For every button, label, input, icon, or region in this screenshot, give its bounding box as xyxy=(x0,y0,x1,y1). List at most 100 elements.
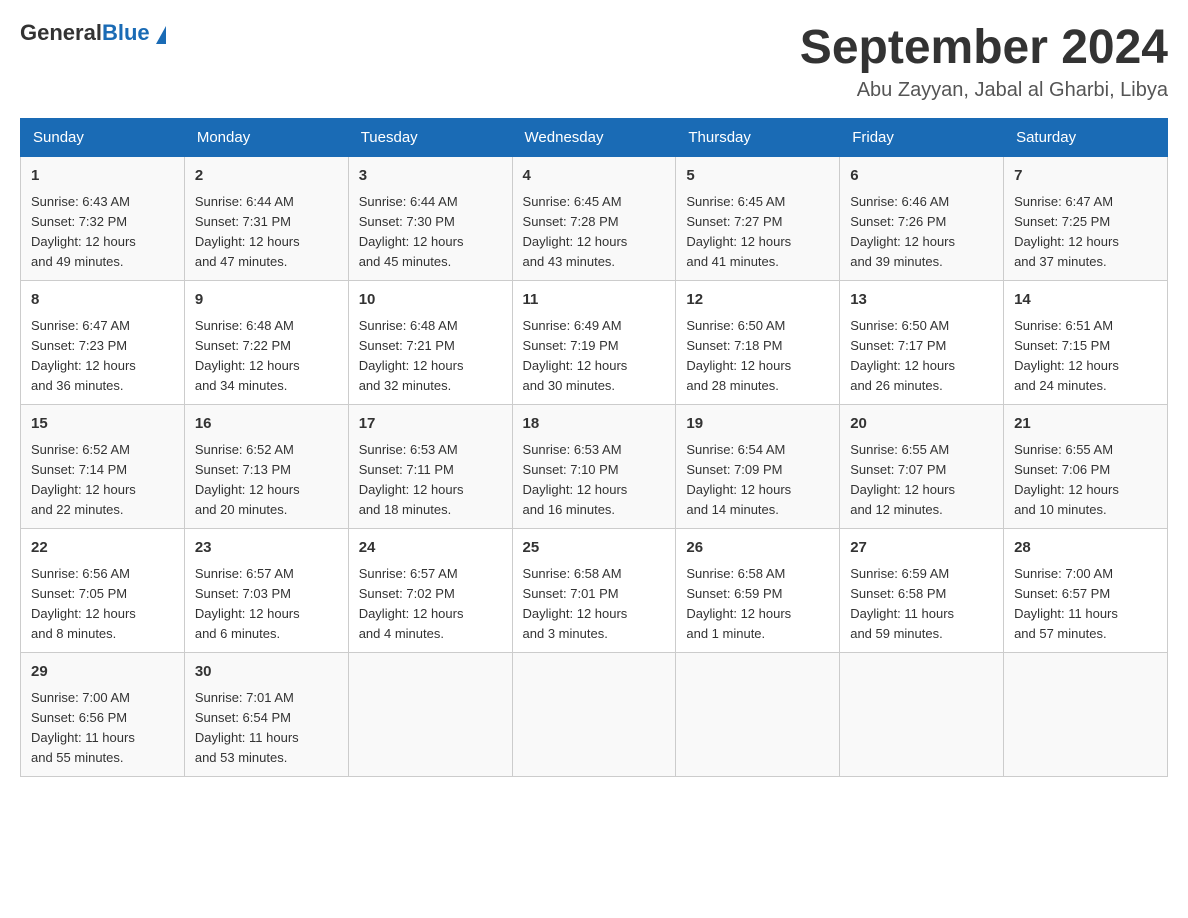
cell-content: Sunrise: 6:48 AMSunset: 7:21 PMDaylight:… xyxy=(359,316,502,397)
calendar-cell: 19 Sunrise: 6:54 AMSunset: 7:09 PMDayligh… xyxy=(676,405,840,529)
calendar-cell xyxy=(512,653,676,777)
day-number: 20 xyxy=(850,413,993,436)
calendar-cell xyxy=(676,653,840,777)
week-row-4: 22 Sunrise: 6:56 AMSunset: 7:05 PMDayligh… xyxy=(21,529,1168,653)
calendar-cell xyxy=(348,653,512,777)
header-wednesday: Wednesday xyxy=(512,119,676,157)
calendar-table: SundayMondayTuesdayWednesdayThursdayFrid… xyxy=(20,118,1168,777)
cell-content: Sunrise: 6:45 AMSunset: 7:27 PMDaylight:… xyxy=(686,192,829,273)
cell-content: Sunrise: 7:00 AMSunset: 6:56 PMDaylight:… xyxy=(31,688,174,769)
day-number: 2 xyxy=(195,165,338,188)
header-friday: Friday xyxy=(840,119,1004,157)
calendar-cell: 2 Sunrise: 6:44 AMSunset: 7:31 PMDaylight… xyxy=(184,157,348,281)
calendar-cell: 16Sunrise: 6:52 AMSunset: 7:13 PMDayligh… xyxy=(184,405,348,529)
header-row: SundayMondayTuesdayWednesdayThursdayFrid… xyxy=(21,119,1168,157)
day-number: 17 xyxy=(359,413,502,436)
calendar-cell: 27 Sunrise: 6:59 AMSunset: 6:58 PMDayligh… xyxy=(840,529,1004,653)
cell-content: Sunrise: 6:53 AMSunset: 7:11 PMDaylight:… xyxy=(359,440,502,521)
calendar-cell: 5 Sunrise: 6:45 AMSunset: 7:27 PMDaylight… xyxy=(676,157,840,281)
calendar-cell: 25Sunrise: 6:58 AMSunset: 7:01 PMDayligh… xyxy=(512,529,676,653)
day-number: 21 xyxy=(1014,413,1157,436)
calendar-cell: 20 Sunrise: 6:55 AMSunset: 7:07 PMDayligh… xyxy=(840,405,1004,529)
day-number: 30 xyxy=(195,661,338,684)
calendar-cell: 15 Sunrise: 6:52 AMSunset: 7:14 PMDayligh… xyxy=(21,405,185,529)
week-row-1: 1Sunrise: 6:43 AMSunset: 7:32 PMDaylight… xyxy=(21,157,1168,281)
cell-content: Sunrise: 6:59 AMSunset: 6:58 PMDaylight:… xyxy=(850,564,993,645)
cell-content: Sunrise: 6:57 AMSunset: 7:02 PMDaylight:… xyxy=(359,564,502,645)
calendar-cell: 26Sunrise: 6:58 AMSunset: 6:59 PMDayligh… xyxy=(676,529,840,653)
cell-content: Sunrise: 6:47 AMSunset: 7:25 PMDaylight:… xyxy=(1014,192,1157,273)
cell-content: Sunrise: 6:52 AMSunset: 7:14 PMDaylight:… xyxy=(31,440,174,521)
cell-content: Sunrise: 6:48 AMSunset: 7:22 PMDaylight:… xyxy=(195,316,338,397)
day-number: 14 xyxy=(1014,289,1157,312)
day-number: 19 xyxy=(686,413,829,436)
calendar-cell: 10 Sunrise: 6:48 AMSunset: 7:21 PMDayligh… xyxy=(348,281,512,405)
week-row-5: 29 Sunrise: 7:00 AMSunset: 6:56 PMDayligh… xyxy=(21,653,1168,777)
calendar-cell xyxy=(840,653,1004,777)
cell-content: Sunrise: 6:47 AMSunset: 7:23 PMDaylight:… xyxy=(31,316,174,397)
cell-content: Sunrise: 7:00 AMSunset: 6:57 PMDaylight:… xyxy=(1014,564,1157,645)
logo-general: General xyxy=(20,20,102,45)
day-number: 16 xyxy=(195,413,338,436)
cell-content: Sunrise: 6:55 AMSunset: 7:06 PMDaylight:… xyxy=(1014,440,1157,521)
day-number: 7 xyxy=(1014,165,1157,188)
week-row-2: 8 Sunrise: 6:47 AMSunset: 7:23 PMDaylight… xyxy=(21,281,1168,405)
cell-content: Sunrise: 6:43 AMSunset: 7:32 PMDaylight:… xyxy=(31,192,174,273)
calendar-cell: 3 Sunrise: 6:44 AMSunset: 7:30 PMDaylight… xyxy=(348,157,512,281)
header-saturday: Saturday xyxy=(1004,119,1168,157)
calendar-cell: 4 Sunrise: 6:45 AMSunset: 7:28 PMDaylight… xyxy=(512,157,676,281)
logo: GeneralBlue xyxy=(20,20,166,46)
calendar-cell xyxy=(1004,653,1168,777)
day-number: 3 xyxy=(359,165,502,188)
calendar-cell: 17 Sunrise: 6:53 AMSunset: 7:11 PMDayligh… xyxy=(348,405,512,529)
day-number: 28 xyxy=(1014,537,1157,560)
day-number: 23 xyxy=(195,537,338,560)
cell-content: Sunrise: 6:50 AMSunset: 7:17 PMDaylight:… xyxy=(850,316,993,397)
cell-content: Sunrise: 6:51 AMSunset: 7:15 PMDaylight:… xyxy=(1014,316,1157,397)
calendar-cell: 28 Sunrise: 7:00 AMSunset: 6:57 PMDayligh… xyxy=(1004,529,1168,653)
cell-content: Sunrise: 6:58 AMSunset: 6:59 PMDaylight:… xyxy=(686,564,829,645)
title-section: September 2024 Abu Zayyan, Jabal al Ghar… xyxy=(800,20,1168,102)
calendar-cell: 1Sunrise: 6:43 AMSunset: 7:32 PMDaylight… xyxy=(21,157,185,281)
calendar-cell: 6 Sunrise: 6:46 AMSunset: 7:26 PMDaylight… xyxy=(840,157,1004,281)
day-number: 29 xyxy=(31,661,174,684)
calendar-cell: 11Sunrise: 6:49 AMSunset: 7:19 PMDayligh… xyxy=(512,281,676,405)
day-number: 22 xyxy=(31,537,174,560)
day-number: 4 xyxy=(523,165,666,188)
day-number: 12 xyxy=(686,289,829,312)
cell-content: Sunrise: 7:01 AMSunset: 6:54 PMDaylight:… xyxy=(195,688,338,769)
calendar-cell: 23 Sunrise: 6:57 AMSunset: 7:03 PMDayligh… xyxy=(184,529,348,653)
calendar-cell: 29 Sunrise: 7:00 AMSunset: 6:56 PMDayligh… xyxy=(21,653,185,777)
cell-content: Sunrise: 6:54 AMSunset: 7:09 PMDaylight:… xyxy=(686,440,829,521)
calendar-cell: 24 Sunrise: 6:57 AMSunset: 7:02 PMDayligh… xyxy=(348,529,512,653)
cell-content: Sunrise: 6:50 AMSunset: 7:18 PMDaylight:… xyxy=(686,316,829,397)
day-number: 5 xyxy=(686,165,829,188)
header-thursday: Thursday xyxy=(676,119,840,157)
cell-content: Sunrise: 6:57 AMSunset: 7:03 PMDaylight:… xyxy=(195,564,338,645)
month-title: September 2024 xyxy=(800,20,1168,75)
day-number: 15 xyxy=(31,413,174,436)
day-number: 8 xyxy=(31,289,174,312)
week-row-3: 15 Sunrise: 6:52 AMSunset: 7:14 PMDayligh… xyxy=(21,405,1168,529)
day-number: 10 xyxy=(359,289,502,312)
cell-content: Sunrise: 6:56 AMSunset: 7:05 PMDaylight:… xyxy=(31,564,174,645)
cell-content: Sunrise: 6:44 AMSunset: 7:31 PMDaylight:… xyxy=(195,192,338,273)
cell-content: Sunrise: 6:46 AMSunset: 7:26 PMDaylight:… xyxy=(850,192,993,273)
day-number: 6 xyxy=(850,165,993,188)
day-number: 24 xyxy=(359,537,502,560)
calendar-cell: 8 Sunrise: 6:47 AMSunset: 7:23 PMDaylight… xyxy=(21,281,185,405)
day-number: 9 xyxy=(195,289,338,312)
page-header: GeneralBlue September 2024 Abu Zayyan, J… xyxy=(20,20,1168,102)
day-number: 25 xyxy=(523,537,666,560)
calendar-cell: 14 Sunrise: 6:51 AMSunset: 7:15 PMDayligh… xyxy=(1004,281,1168,405)
calendar-cell: 12 Sunrise: 6:50 AMSunset: 7:18 PMDayligh… xyxy=(676,281,840,405)
calendar-cell: 21 Sunrise: 6:55 AMSunset: 7:06 PMDayligh… xyxy=(1004,405,1168,529)
day-number: 11 xyxy=(523,289,666,312)
location: Abu Zayyan, Jabal al Gharbi, Libya xyxy=(800,79,1168,102)
cell-content: Sunrise: 6:45 AMSunset: 7:28 PMDaylight:… xyxy=(523,192,666,273)
cell-content: Sunrise: 6:44 AMSunset: 7:30 PMDaylight:… xyxy=(359,192,502,273)
day-number: 27 xyxy=(850,537,993,560)
calendar-cell: 7 Sunrise: 6:47 AMSunset: 7:25 PMDaylight… xyxy=(1004,157,1168,281)
calendar-cell: 30 Sunrise: 7:01 AMSunset: 6:54 PMDayligh… xyxy=(184,653,348,777)
cell-content: Sunrise: 6:55 AMSunset: 7:07 PMDaylight:… xyxy=(850,440,993,521)
